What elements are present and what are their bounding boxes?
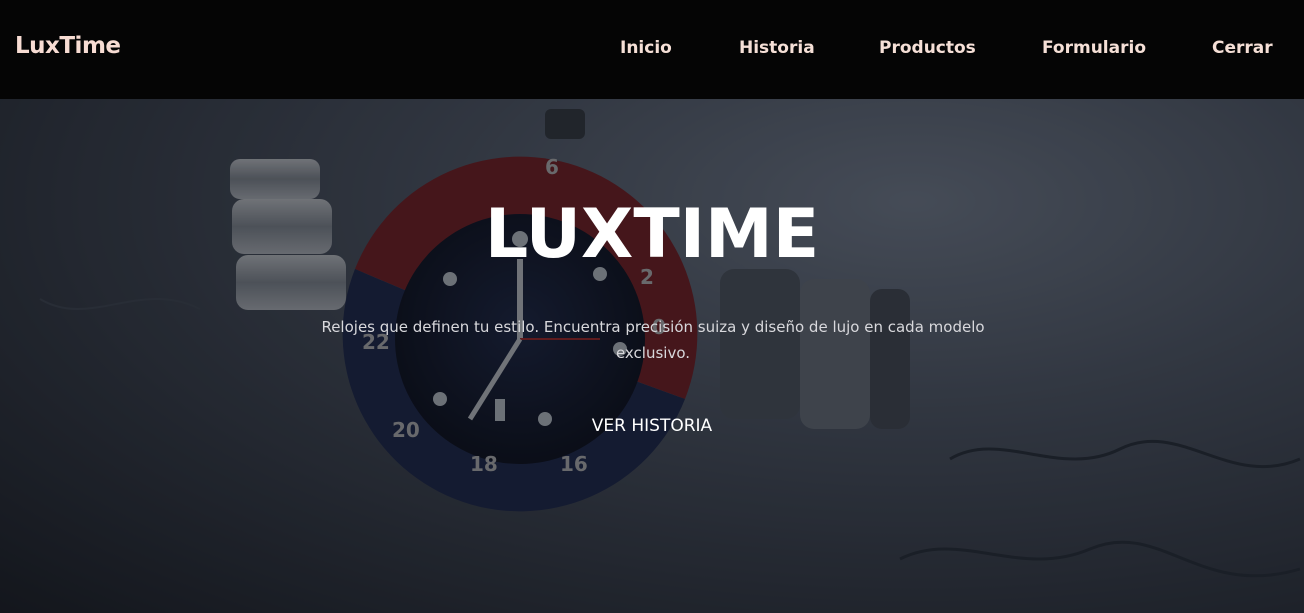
nav-link-formulario[interactable]: Formulario: [1042, 38, 1146, 58]
hero-subtitle: Relojes que definen tu estilo. Encuentra…: [321, 318, 985, 362]
ver-historia-label[interactable]: VER HISTORIA: [592, 416, 712, 436]
navbar: LuxTime Inicio Historia Productos Formul…: [0, 0, 1304, 99]
nav-link-inicio[interactable]: Inicio: [620, 38, 672, 58]
nav-link-cerrar[interactable]: Cerrar: [1212, 38, 1273, 58]
brand-logo[interactable]: LuxTime: [15, 33, 121, 59]
nav-link-historia[interactable]: Historia: [739, 38, 815, 58]
ver-historia-button[interactable]: VER HISTORIA: [0, 416, 1304, 436]
hero-section: 6 2 0 22 20 18 16 LUXTIME Relojes que de…: [0, 99, 1304, 613]
hero-title: LUXTIME: [484, 195, 820, 274]
nav-link-productos[interactable]: Productos: [879, 38, 976, 58]
